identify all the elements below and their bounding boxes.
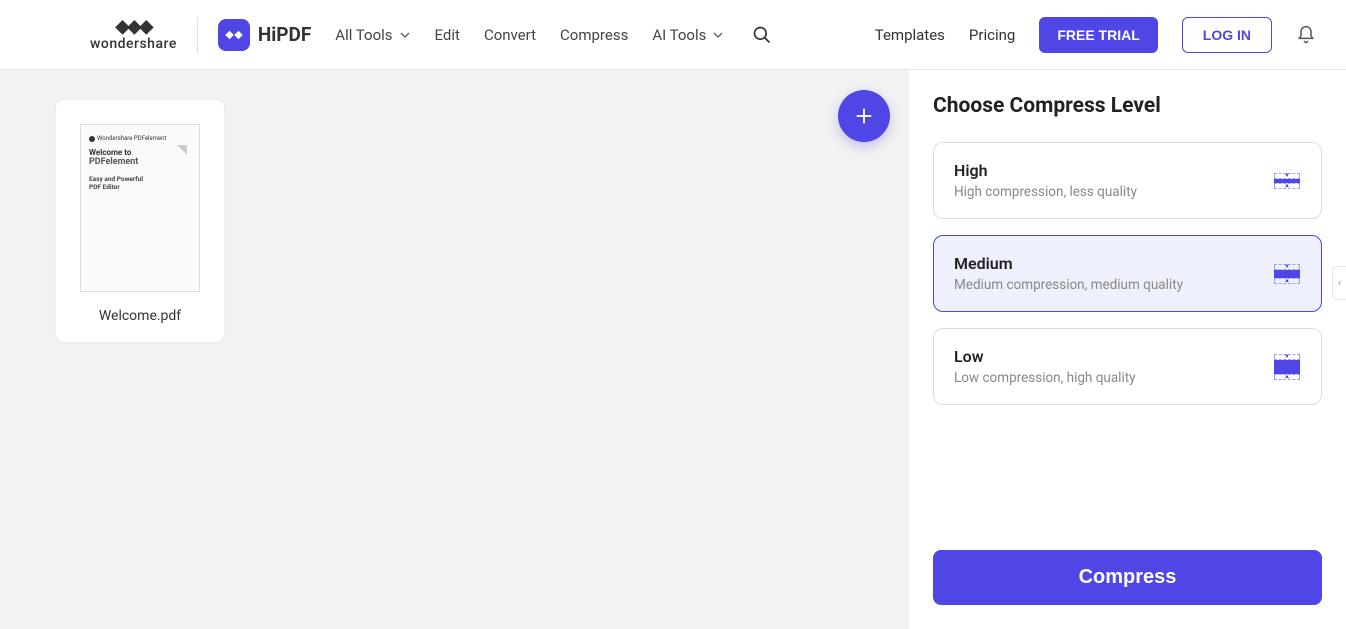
file-canvas: Wondershare PDFelement Welcome to PDFele… — [0, 70, 908, 629]
thumb-sub1: Easy and Powerful — [89, 175, 191, 183]
thumb-line2: PDFelement — [89, 157, 191, 167]
header: ◆◆◆ wondershare HiPDF All Tools Edit Con… — [0, 0, 1346, 70]
file-thumbnail: Wondershare PDFelement Welcome to PDFele… — [80, 124, 200, 292]
chevron-down-icon — [712, 29, 724, 41]
chevron-left-icon: ‹ — [1338, 278, 1341, 289]
nav-all-tools[interactable]: All Tools — [335, 26, 410, 44]
option-medium-desc: Medium compression, medium quality — [954, 277, 1183, 293]
nav-convert[interactable]: Convert — [484, 26, 536, 44]
file-name: Welcome.pdf — [80, 308, 200, 324]
nav-all-tools-label: All Tools — [335, 26, 392, 44]
divider — [197, 17, 198, 53]
nav-convert-label: Convert — [484, 26, 536, 44]
add-file-button[interactable] — [838, 90, 890, 142]
wondershare-text: wondershare — [90, 36, 177, 52]
wondershare-logo[interactable]: ◆◆◆ wondershare — [90, 18, 177, 52]
compress-panel: Choose Compress Level High High compress… — [908, 70, 1346, 629]
thumb-line1: Welcome to — [89, 148, 191, 157]
plus-icon — [853, 105, 875, 127]
nav-edit[interactable]: Edit — [435, 26, 460, 44]
option-medium-title: Medium — [954, 254, 1183, 273]
compress-options: High High compression, less quality ▼ ▲ … — [933, 142, 1322, 405]
file-card[interactable]: Wondershare PDFelement Welcome to PDFele… — [56, 100, 224, 342]
hipdf-text: HiPDF — [258, 23, 311, 46]
hipdf-logo[interactable]: HiPDF — [218, 19, 311, 51]
option-low-desc: Low compression, high quality — [954, 370, 1136, 386]
compress-high-icon: ▼ ▲ — [1273, 167, 1301, 195]
compress-low-icon: ▼ ▲ — [1273, 353, 1301, 381]
nav-compress-label: Compress — [560, 26, 628, 44]
nav-pricing[interactable]: Pricing — [969, 26, 1015, 44]
collapse-panel-tab[interactable]: ‹ — [1332, 266, 1346, 300]
chevron-down-icon — [399, 29, 411, 41]
search-icon[interactable] — [752, 25, 772, 45]
option-low-title: Low — [954, 347, 1136, 366]
compress-button[interactable]: Compress — [933, 550, 1322, 605]
panel-title: Choose Compress Level — [933, 94, 1322, 118]
main: Wondershare PDFelement Welcome to PDFele… — [0, 70, 1346, 629]
hipdf-icon — [218, 19, 250, 51]
option-low[interactable]: Low Low compression, high quality ▼ ▲ — [933, 328, 1322, 405]
right-nav: Templates Pricing FREE TRIAL LOG IN — [875, 17, 1316, 53]
main-nav: All Tools Edit Convert Compress AI Tools — [335, 25, 772, 45]
option-high[interactable]: High High compression, less quality ▼ ▲ — [933, 142, 1322, 219]
option-high-desc: High compression, less quality — [954, 184, 1137, 200]
free-trial-button[interactable]: FREE TRIAL — [1039, 17, 1157, 53]
option-medium[interactable]: Medium Medium compression, medium qualit… — [933, 235, 1322, 312]
wondershare-icon: ◆◆◆ — [116, 18, 152, 36]
nav-templates[interactable]: Templates — [875, 26, 945, 44]
thumb-sub2: PDF Editor — [89, 183, 191, 191]
nav-ai-tools[interactable]: AI Tools — [652, 26, 724, 44]
option-high-title: High — [954, 161, 1137, 180]
login-button[interactable]: LOG IN — [1182, 17, 1272, 53]
thumb-brand: Wondershare PDFelement — [89, 135, 191, 142]
bell-icon[interactable] — [1296, 25, 1316, 45]
nav-compress[interactable]: Compress — [560, 26, 628, 44]
nav-edit-label: Edit — [435, 26, 460, 44]
compress-medium-icon: ▼ ▲ — [1273, 260, 1301, 288]
nav-ai-tools-label: AI Tools — [652, 26, 706, 44]
